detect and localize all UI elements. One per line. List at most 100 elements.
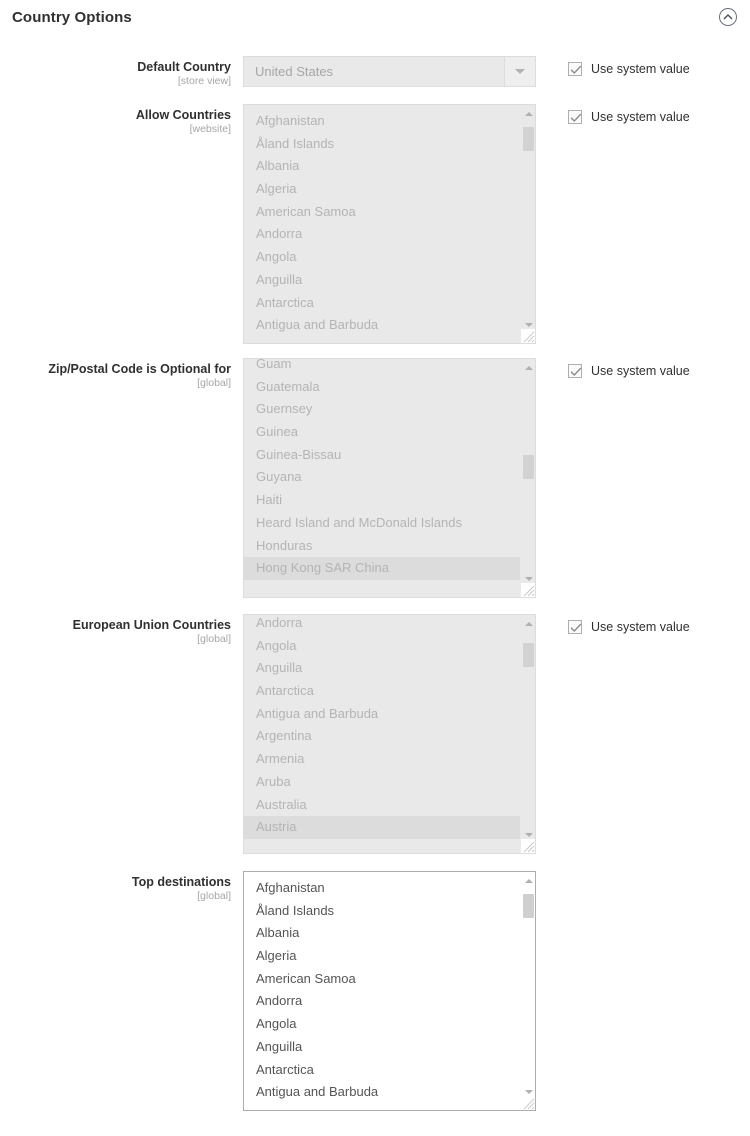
list-item[interactable]: Hong Kong SAR China — [244, 557, 520, 580]
list-item[interactable]: Angola — [244, 246, 520, 269]
list-item[interactable]: Heard Island and McDonald Islands — [244, 512, 520, 535]
list-item[interactable]: Andorra — [244, 990, 520, 1013]
field-label-text: Allow Countries — [135, 108, 231, 122]
list-item[interactable]: Argentina — [244, 725, 520, 748]
resize-handle[interactable] — [521, 583, 535, 597]
multiselect-scrollbar[interactable] — [520, 872, 535, 1110]
list-item[interactable]: Guinea — [244, 421, 520, 444]
scrollbar-thumb[interactable] — [523, 894, 534, 918]
list-item[interactable]: Antigua and Barbuda — [244, 314, 520, 337]
list-item[interactable]: Albania — [244, 155, 520, 178]
field-scope-text: [global] — [197, 633, 231, 646]
list-item[interactable]: Antarctica — [244, 292, 520, 315]
list-item[interactable]: Åland Islands — [244, 900, 520, 923]
field-label-top-destinations: Top destinations [global] — [0, 871, 243, 902]
list-item[interactable]: Angola — [244, 635, 520, 658]
use-system-value-control[interactable]: Use system value — [568, 110, 690, 124]
field-inherit-default-country: Use system value — [536, 56, 750, 76]
use-system-value-checkbox[interactable] — [568, 364, 582, 378]
field-inherit-allow-countries: Use system value — [536, 104, 750, 124]
multiselect-options: Andorra Angola Anguilla Antarctica Antigua a… — [244, 615, 520, 839]
field-label-zip-postal-code-is-optional-for: Zip/Postal Code is Optional for [global] — [0, 358, 243, 389]
scroll-up-arrow-icon[interactable] — [521, 617, 535, 630]
list-item[interactable]: Albania — [244, 922, 520, 945]
list-item[interactable]: Åland Islands — [244, 133, 520, 156]
use-system-value-checkbox[interactable] — [568, 110, 582, 124]
list-item[interactable]: Aruba — [244, 771, 520, 794]
multiselect-allow-countries[interactable]: Afghanistan Åland Islands Albania Algeria Am… — [243, 104, 536, 344]
field-row-zip-postal-code-is-optional-for: Zip/Postal Code is Optional for [global] G… — [0, 358, 750, 598]
list-item[interactable]: Andorra — [244, 615, 520, 635]
use-system-value-control[interactable]: Use system value — [568, 62, 690, 76]
page-title: Country Options — [12, 8, 132, 26]
multiselect-options: Guam Guatemala Guernsey Guinea Guinea-Bissau… — [244, 359, 520, 580]
list-item[interactable]: American Samoa — [244, 201, 520, 224]
list-item[interactable]: Antarctica — [244, 1059, 520, 1082]
triangle-down-glyph — [524, 322, 533, 327]
list-item[interactable]: Anguilla — [244, 1036, 520, 1059]
multiselect-top-destinations[interactable]: Afghanistan Åland Islands Albania Algeria Am… — [243, 871, 536, 1111]
chevron-down-icon[interactable] — [504, 57, 535, 86]
scrollbar-thumb[interactable] — [523, 127, 534, 151]
use-system-value-label: Use system value — [591, 110, 690, 124]
field-label-default-country: Default Country [store view] — [0, 56, 243, 87]
list-item[interactable]: Andorra — [244, 223, 520, 246]
use-system-value-control[interactable]: Use system value — [568, 364, 690, 378]
field-row-top-destinations: Top destinations [global] Afghanistan Åland… — [0, 871, 750, 1111]
use-system-value-control[interactable]: Use system value — [568, 620, 690, 634]
use-system-value-checkbox[interactable] — [568, 620, 582, 634]
list-item[interactable]: Haiti — [244, 489, 520, 512]
field-row-default-country: Default Country [store view] United States… — [0, 56, 750, 87]
select-default-country[interactable]: United States — [243, 56, 536, 87]
list-item[interactable]: Angola — [244, 1013, 520, 1036]
list-item[interactable]: Antigua and Barbuda — [244, 1081, 520, 1104]
field-control-top-destinations: Afghanistan Åland Islands Albania Algeria Am… — [243, 871, 536, 1111]
multiselect-zip-postal-code-is-optional-for[interactable]: Guam Guatemala Guernsey Guinea Guinea-Bissau… — [243, 358, 536, 598]
list-item[interactable]: Armenia — [244, 748, 520, 771]
field-inherit-top-destinations — [536, 871, 750, 877]
use-system-value-checkbox[interactable] — [568, 62, 582, 76]
list-item[interactable]: Honduras — [244, 535, 520, 558]
scroll-up-arrow-icon[interactable] — [521, 874, 535, 887]
multiselect-european-union-countries[interactable]: Andorra Angola Anguilla Antarctica Antigua a… — [243, 614, 536, 854]
field-label-text: European Union Countries — [72, 618, 231, 632]
resize-handle[interactable] — [521, 839, 535, 853]
list-item[interactable]: Antigua and Barbuda — [244, 703, 520, 726]
field-inherit-zip-postal-code-is-optional-for: Use system value — [536, 358, 750, 378]
field-control-default-country: United States — [243, 56, 536, 87]
field-inherit-european-union-countries: Use system value — [536, 614, 750, 634]
multiselect-scrollbar[interactable] — [520, 359, 535, 597]
resize-handle[interactable] — [521, 1096, 535, 1110]
resize-handle[interactable] — [521, 329, 535, 343]
list-item[interactable]: Afghanistan — [244, 877, 520, 900]
list-item[interactable]: Australia — [244, 794, 520, 817]
multiselect-scrollbar[interactable] — [520, 105, 535, 343]
list-item[interactable]: Antarctica — [244, 680, 520, 703]
list-item[interactable]: Anguilla — [244, 269, 520, 292]
list-item[interactable]: Anguilla — [244, 657, 520, 680]
list-item[interactable]: Guinea-Bissau — [244, 444, 520, 467]
scrollbar-thumb[interactable] — [523, 643, 534, 667]
triangle-up-glyph — [524, 365, 533, 370]
select-selected-value: United States — [255, 64, 334, 79]
field-control-allow-countries: Afghanistan Åland Islands Albania Algeria Am… — [243, 104, 536, 344]
scrollbar-thumb[interactable] — [523, 455, 534, 479]
list-item[interactable]: Guyana — [244, 466, 520, 489]
country-options-page: Country Options Default Country [store vi… — [0, 0, 750, 1136]
list-item[interactable]: Afghanistan — [244, 110, 520, 133]
multiselect-scrollbar[interactable] — [520, 615, 535, 853]
triangle-down-glyph — [524, 1089, 533, 1094]
multiselect-options: Afghanistan Åland Islands Albania Algeria Am… — [244, 877, 520, 1104]
list-item[interactable]: Guam — [244, 359, 520, 376]
list-item[interactable]: Guatemala — [244, 376, 520, 399]
scroll-up-arrow-icon[interactable] — [521, 361, 535, 374]
field-scope-text: [store view] — [177, 75, 231, 88]
list-item[interactable]: Algeria — [244, 945, 520, 968]
list-item[interactable]: Guernsey — [244, 398, 520, 421]
list-item[interactable]: American Samoa — [244, 968, 520, 991]
list-item[interactable]: Algeria — [244, 178, 520, 201]
country-options-form: Default Country [store view] United States… — [0, 34, 750, 1111]
chevron-up-circle-icon[interactable] — [718, 7, 738, 27]
list-item[interactable]: Austria — [244, 816, 520, 839]
scroll-up-arrow-icon[interactable] — [521, 107, 535, 120]
